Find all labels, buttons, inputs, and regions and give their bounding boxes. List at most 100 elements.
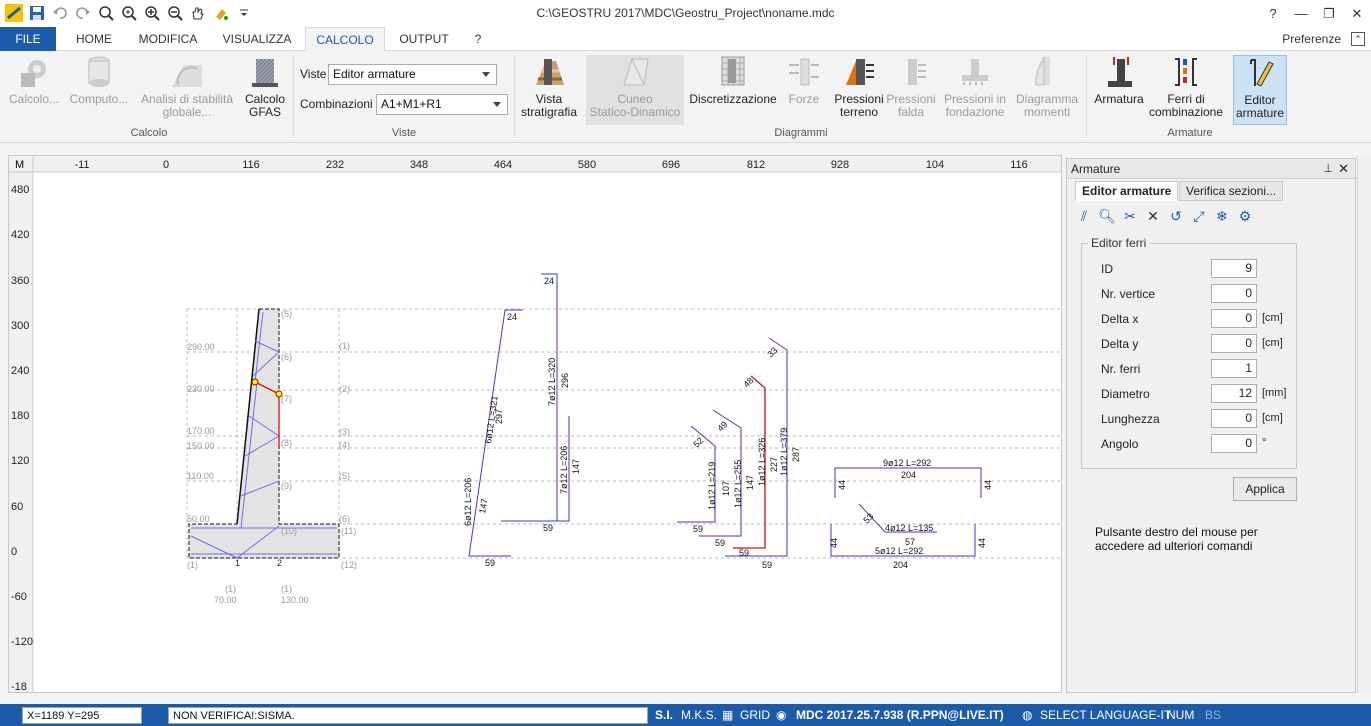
tab-calcolo[interactable]: CALCOLO xyxy=(305,27,385,52)
forze-button[interactable]: Forze xyxy=(782,55,826,106)
diagramma-momenti-button[interactable]: Diagramma momenti xyxy=(1012,55,1082,119)
tab-visualizza[interactable]: VISUALIZZA xyxy=(214,27,300,51)
svg-text:59: 59 xyxy=(485,558,495,568)
snap-icon[interactable]: ❄ xyxy=(1213,207,1231,225)
vista-stratigrafia-button[interactable]: Vista stratigrafia xyxy=(518,55,580,119)
pressioni-terreno-button[interactable]: Pressioni terreno xyxy=(832,55,886,119)
discretizzazione-button[interactable]: Discretizzazione xyxy=(688,55,778,106)
select-bar-icon[interactable]: ⫽ xyxy=(1075,207,1093,225)
cuneo-statico-dinamico-button[interactable]: Cuneo Statico-Dinamico xyxy=(586,55,684,125)
applica-button[interactable]: Applica xyxy=(1233,477,1297,501)
armatura-button[interactable]: Armatura xyxy=(1090,55,1148,106)
svg-text:7ø12 L=206: 7ø12 L=206 xyxy=(559,446,569,494)
nr-ferri-input[interactable]: 1 xyxy=(1211,359,1257,378)
diagrammi-group-label: Diagrammi xyxy=(774,127,828,139)
combinazioni-label: Combinazioni xyxy=(300,97,373,111)
wedge-icon xyxy=(618,55,652,89)
svg-text:290.00: 290.00 xyxy=(187,342,215,352)
editor-armature-button[interactable]: Editor armature xyxy=(1233,55,1287,125)
rotate-icon[interactable]: ↺ xyxy=(1167,207,1185,225)
svg-text:70.00: 70.00 xyxy=(214,595,237,605)
svg-text:7ø12 L=320: 7ø12 L=320 xyxy=(547,358,557,406)
rebar-editor-icon xyxy=(1243,56,1277,90)
svg-text:24: 24 xyxy=(544,276,554,286)
language-selector[interactable]: SELECT LANGUAGE-IT xyxy=(1040,708,1171,722)
delete-icon[interactable]: ✕ xyxy=(1144,207,1162,225)
y-tick: 120 xyxy=(11,455,29,467)
restore-icon[interactable]: ❐ xyxy=(1315,0,1343,27)
status-si[interactable]: S.I. xyxy=(655,708,673,722)
lunghezza-input[interactable]: 0 xyxy=(1211,409,1257,428)
calcolo-gfas-button[interactable]: Calcolo GFAS xyxy=(242,55,288,119)
svg-text:50.00: 50.00 xyxy=(187,514,210,524)
combinazioni-select[interactable]: A1+M1+R1 xyxy=(376,94,508,115)
bar-6o12-321[interactable] xyxy=(468,309,523,557)
rebar-icon xyxy=(1102,55,1136,89)
status-mks[interactable]: M.K.S. xyxy=(681,708,717,722)
svg-text:44: 44 xyxy=(983,480,993,490)
svg-text:(6): (6) xyxy=(339,514,350,524)
tab-verifica-sezioni[interactable]: Verifica sezioni... xyxy=(1179,181,1284,201)
preferences-link[interactable]: Preferenze xyxy=(1282,27,1341,51)
foundation-pressure-icon xyxy=(958,55,992,89)
stabilita-globale-button[interactable]: Analisi di stabilità globale... xyxy=(136,55,238,119)
id-input[interactable]: 9 xyxy=(1211,259,1257,278)
svg-text:59: 59 xyxy=(543,523,553,533)
svg-text:6ø12 L=206: 6ø12 L=206 xyxy=(463,478,473,526)
tab-help[interactable]: ? xyxy=(466,27,490,51)
y-tick: 60 xyxy=(11,501,23,513)
status-message: NON VERIFICA!:SISMA. xyxy=(168,707,648,724)
tab-output[interactable]: OUTPUT xyxy=(392,27,456,51)
close-panel-icon[interactable]: ✕ xyxy=(1338,159,1349,179)
computo-button[interactable]: Computo... xyxy=(66,55,132,106)
drawing-svg[interactable]: M -11 0 116 232 348 464 580 696 812 928 … xyxy=(9,156,1062,693)
minimize-icon[interactable]: — xyxy=(1287,0,1315,27)
panel-hint: Pulsante destro del mouse per accedere a… xyxy=(1095,525,1258,553)
status-bs: BS xyxy=(1205,708,1222,722)
pressioni-fondazione-button[interactable]: Pressioni in fondazione xyxy=(942,55,1008,119)
svg-text:1ø12 L=255: 1ø12 L=255 xyxy=(733,460,743,508)
ruler-corner-label: M xyxy=(15,159,24,171)
svg-text:(4): (4) xyxy=(339,440,350,450)
pin-icon[interactable]: ⊥ xyxy=(1323,159,1333,179)
delta-x-input[interactable]: 0 xyxy=(1211,309,1257,328)
status-version: MDC 2017.25.7.938 (R.PPN@LIVE.IT) xyxy=(796,708,1004,722)
svg-text:150.00: 150.00 xyxy=(187,441,215,451)
tab-file[interactable]: FILE xyxy=(0,27,56,51)
tab-modifica[interactable]: MODIFICA xyxy=(132,27,204,51)
settings-icon[interactable]: ⚙ xyxy=(1236,207,1254,225)
panel-header: Armature ⊥ ✕ xyxy=(1067,159,1355,179)
zoom-icon[interactable]: 🔍︎ xyxy=(1098,207,1116,225)
angolo-input[interactable]: 0 xyxy=(1211,434,1257,453)
svg-text:59: 59 xyxy=(762,560,772,570)
viste-select[interactable]: Editor armature xyxy=(328,64,497,85)
slope-icon xyxy=(170,55,204,89)
cut-icon[interactable]: ✂ xyxy=(1121,207,1139,225)
title-bar: C:\GEOSTRU 2017\MDC\Geostru_Project\nona… xyxy=(0,0,1371,27)
tab-editor-armature[interactable]: Editor armature xyxy=(1075,181,1179,201)
collapse-ribbon-icon[interactable]: ⌃ xyxy=(1351,32,1365,46)
status-num: NUM xyxy=(1167,708,1195,722)
bar-1o12-379[interactable] xyxy=(725,337,788,557)
ribbon: Calcolo... Computo... Analisi di stabili… xyxy=(0,51,1371,143)
nr-vertice-input[interactable]: 0 xyxy=(1211,284,1257,303)
svg-text:(6): (6) xyxy=(281,352,292,362)
svg-text:(1): (1) xyxy=(339,341,350,351)
vertical-scrollbar[interactable] xyxy=(1357,155,1371,693)
drawing-canvas[interactable]: M -11 0 116 232 348 464 580 696 812 928 … xyxy=(8,155,1062,693)
grid-icon[interactable]: ▦ xyxy=(722,708,733,722)
ferri-combinazione-button[interactable]: Ferri di combinazione xyxy=(1146,55,1226,119)
ribbon-tabs: FILE HOME MODIFICA VISUALIZZA CALCOLO OU… xyxy=(0,27,1371,52)
diametro-input[interactable]: 12 xyxy=(1211,384,1257,403)
vertex-handle[interactable] xyxy=(251,378,259,386)
svg-text:1: 1 xyxy=(235,558,240,568)
pressioni-falda-button[interactable]: Pressioni falda xyxy=(884,55,938,119)
stretch-icon[interactable]: ⤢ xyxy=(1190,207,1208,225)
help-icon[interactable]: ? xyxy=(1259,0,1287,27)
status-grid[interactable]: GRID xyxy=(740,708,770,722)
chevron-down-icon xyxy=(493,102,501,107)
delta-y-input[interactable]: 0 xyxy=(1211,334,1257,353)
tab-home[interactable]: HOME xyxy=(66,27,122,51)
calcolo-button[interactable]: Calcolo... xyxy=(6,55,62,106)
close-icon[interactable]: ✕ xyxy=(1343,0,1371,27)
